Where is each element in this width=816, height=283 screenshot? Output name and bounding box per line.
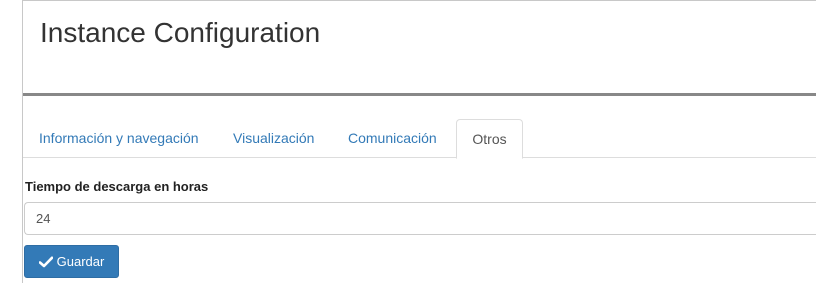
title-divider [23, 93, 816, 96]
instance-configuration-panel: Instance Configuration Información y nav… [22, 0, 816, 283]
tab-visualizacion[interactable]: Visualización [233, 119, 314, 158]
page-title: Instance Configuration [40, 17, 321, 48]
save-button[interactable]: Guardar [24, 245, 119, 278]
tab-otros[interactable]: Otros [456, 119, 523, 159]
tab-comunicacion[interactable]: Comunicación [348, 119, 437, 158]
tab-bar: Información y navegación Visualización C… [23, 119, 816, 159]
tab-informacion-navegacion[interactable]: Información y navegación [39, 119, 199, 158]
download-time-label: Tiempo de descarga en horas [25, 179, 209, 194]
download-time-input[interactable] [24, 202, 816, 235]
check-icon [38, 256, 53, 267]
save-button-label: Guardar [56, 254, 105, 269]
